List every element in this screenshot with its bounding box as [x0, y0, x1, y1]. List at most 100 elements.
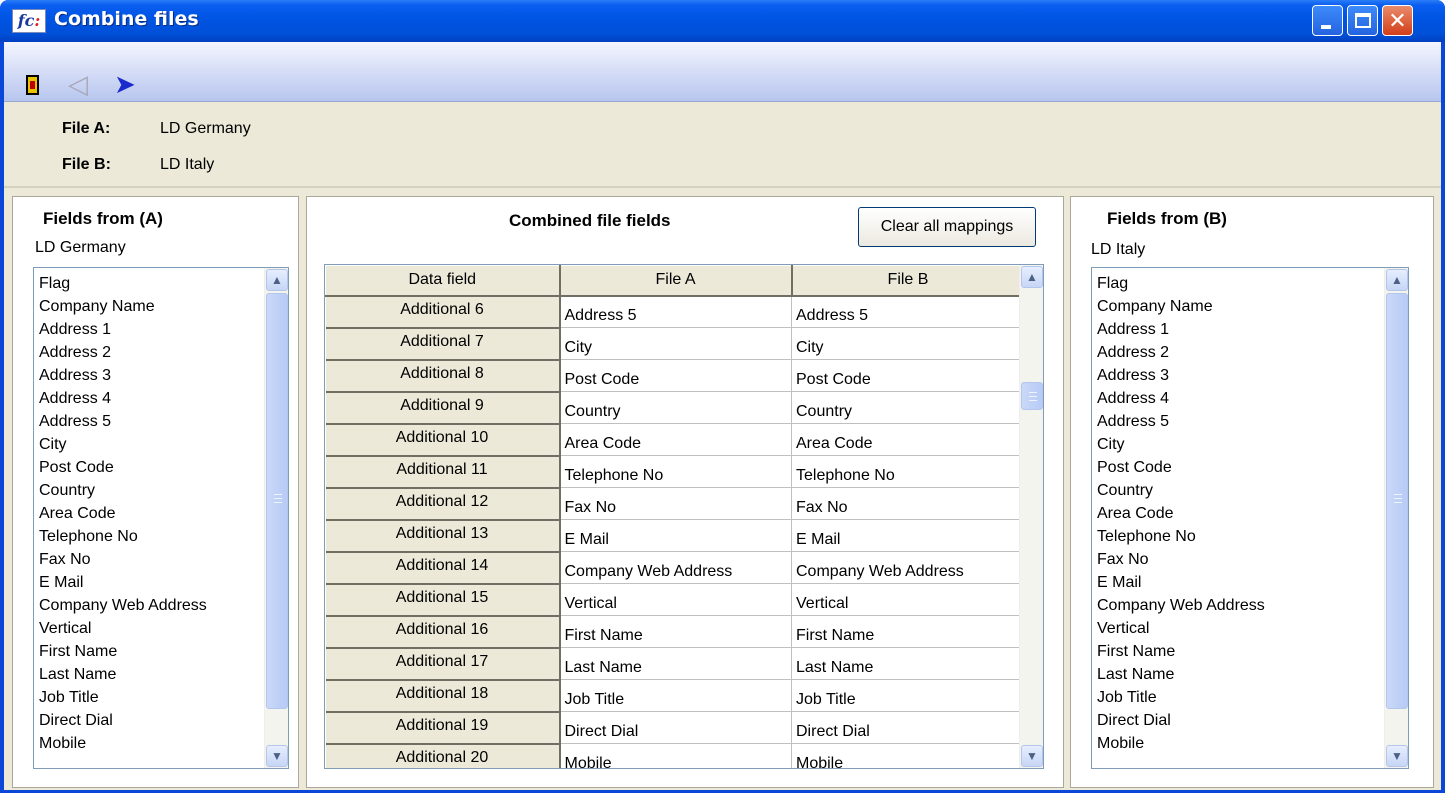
file-a-cell[interactable]: City [559, 327, 792, 360]
scroll-up-icon[interactable]: ▲ [1386, 269, 1408, 291]
list-item[interactable]: Company Name [1097, 295, 1265, 318]
file-b-cell[interactable]: Company Web Address [791, 551, 1025, 584]
table-row[interactable]: Additional 18 Job Title Job Title [325, 679, 1025, 713]
file-a-cell[interactable]: First Name [559, 615, 792, 648]
list-item[interactable]: City [1097, 433, 1265, 456]
data-field-cell[interactable]: Additional 10 [325, 423, 561, 457]
data-field-cell[interactable]: Additional 11 [325, 455, 561, 489]
data-field-cell[interactable]: Additional 14 [325, 551, 561, 585]
file-a-cell[interactable]: Company Web Address [559, 551, 792, 584]
file-b-cell[interactable]: Direct Dial [791, 711, 1025, 744]
scroll-thumb[interactable] [1386, 293, 1408, 709]
mapping-grid[interactable]: Data field File A File B Additional 6 Add… [324, 264, 1044, 769]
list-item[interactable]: Flag [1097, 272, 1265, 295]
exit-door-icon[interactable] [26, 75, 39, 95]
list-item[interactable]: Mobile [39, 732, 207, 755]
close-button[interactable]: ✕ [1382, 5, 1413, 36]
data-field-cell[interactable]: Additional 18 [325, 679, 561, 713]
file-b-cell[interactable]: Area Code [791, 423, 1025, 456]
file-a-cell[interactable]: Last Name [559, 647, 792, 680]
list-item[interactable]: Address 1 [39, 318, 207, 341]
table-row[interactable]: Additional 8 Post Code Post Code [325, 359, 1025, 393]
back-arrow-icon[interactable]: ◁ [68, 70, 104, 98]
file-b-cell[interactable]: Mobile [791, 743, 1025, 768]
table-row[interactable]: Additional 17 Last Name Last Name [325, 647, 1025, 681]
list-item[interactable]: Telephone No [39, 525, 207, 548]
list-item[interactable]: Post Code [1097, 456, 1265, 479]
column-header-file-b[interactable]: File B [791, 265, 1026, 297]
data-field-cell[interactable]: Additional 13 [325, 519, 561, 553]
list-item[interactable]: Last Name [1097, 663, 1265, 686]
clear-all-mappings-button[interactable]: Clear all mappings [858, 207, 1036, 247]
file-b-cell[interactable]: Address 5 [791, 295, 1025, 328]
list-item[interactable]: Area Code [1097, 502, 1265, 525]
list-item[interactable]: Flag [39, 272, 207, 295]
fields-b-list[interactable]: Flag Company Name Address 1 Address 2 Addres… [1091, 267, 1409, 769]
data-field-cell[interactable]: Additional 8 [325, 359, 561, 393]
scroll-thumb[interactable] [1021, 382, 1043, 410]
scroll-down-icon[interactable]: ▼ [266, 745, 288, 767]
table-row[interactable]: Additional 19 Direct Dial Direct Dial [325, 711, 1025, 745]
file-a-cell[interactable]: E Mail [559, 519, 792, 552]
table-row[interactable]: Additional 16 First Name First Name [325, 615, 1025, 649]
file-a-cell[interactable]: Fax No [559, 487, 792, 520]
list-item[interactable]: Job Title [1097, 686, 1265, 709]
table-row[interactable]: Additional 6 Address 5 Address 5 [325, 295, 1025, 329]
list-item[interactable]: Fax No [1097, 548, 1265, 571]
file-a-cell[interactable]: Mobile [559, 743, 792, 768]
list-item[interactable]: Vertical [1097, 617, 1265, 640]
minimize-button[interactable] [1312, 5, 1343, 36]
data-field-cell[interactable]: Additional 17 [325, 647, 561, 681]
scroll-down-icon[interactable]: ▼ [1021, 745, 1043, 767]
file-a-cell[interactable]: Country [559, 391, 792, 424]
list-item[interactable]: Company Name [39, 295, 207, 318]
data-field-cell[interactable]: Additional 12 [325, 487, 561, 521]
table-row[interactable]: Additional 20 Mobile Mobile [325, 743, 1025, 768]
list-item[interactable]: Address 3 [1097, 364, 1265, 387]
file-b-cell[interactable]: Post Code [791, 359, 1025, 392]
list-item[interactable]: Direct Dial [39, 709, 207, 732]
file-b-cell[interactable]: Vertical [791, 583, 1025, 616]
list-item[interactable]: Vertical [39, 617, 207, 640]
list-item[interactable]: Post Code [39, 456, 207, 479]
scroll-down-icon[interactable]: ▼ [1386, 745, 1408, 767]
scroll-up-icon[interactable]: ▲ [266, 269, 288, 291]
file-b-cell[interactable]: Telephone No [791, 455, 1025, 488]
list-item[interactable]: Country [39, 479, 207, 502]
list-item[interactable]: Country [1097, 479, 1265, 502]
scroll-up-icon[interactable]: ▲ [1021, 266, 1043, 288]
title-bar[interactable]: fc: Combine files ✕ [0, 0, 1445, 42]
data-field-cell[interactable]: Additional 15 [325, 583, 561, 617]
table-row[interactable]: Additional 15 Vertical Vertical [325, 583, 1025, 617]
grid-scrollbar[interactable]: ▲ ▼ [1019, 265, 1043, 768]
list-item[interactable]: Direct Dial [1097, 709, 1265, 732]
list-item[interactable]: E Mail [39, 571, 207, 594]
table-row[interactable]: Additional 14 Company Web Address Company … [325, 551, 1025, 585]
list-item[interactable]: Job Title [39, 686, 207, 709]
fields-b-scrollbar[interactable]: ▲ ▼ [1384, 268, 1408, 768]
file-b-cell[interactable]: First Name [791, 615, 1025, 648]
list-item[interactable]: First Name [1097, 640, 1265, 663]
file-b-cell[interactable]: Fax No [791, 487, 1025, 520]
list-item[interactable]: Area Code [39, 502, 207, 525]
file-a-cell[interactable]: Direct Dial [559, 711, 792, 744]
list-item[interactable]: Company Web Address [1097, 594, 1265, 617]
fields-a-scrollbar[interactable]: ▲ ▼ [264, 268, 288, 768]
list-item[interactable]: First Name [39, 640, 207, 663]
data-field-cell[interactable]: Additional 7 [325, 327, 561, 361]
data-field-cell[interactable]: Additional 19 [325, 711, 561, 745]
list-item[interactable]: Address 4 [1097, 387, 1265, 410]
list-item[interactable]: Address 4 [39, 387, 207, 410]
table-row[interactable]: Additional 7 City City [325, 327, 1025, 361]
list-item[interactable]: City [39, 433, 207, 456]
table-row[interactable]: Additional 11 Telephone No Telephone No [325, 455, 1025, 489]
forward-arrow-icon[interactable]: ➤ [114, 70, 150, 98]
list-item[interactable]: Company Web Address [39, 594, 207, 617]
file-b-cell[interactable]: City [791, 327, 1025, 360]
file-a-cell[interactable]: Telephone No [559, 455, 792, 488]
file-a-cell[interactable]: Post Code [559, 359, 792, 392]
list-item[interactable]: Mobile [1097, 732, 1265, 755]
data-field-cell[interactable]: Additional 20 [325, 743, 561, 768]
list-item[interactable]: Address 1 [1097, 318, 1265, 341]
file-b-cell[interactable]: Job Title [791, 679, 1025, 712]
